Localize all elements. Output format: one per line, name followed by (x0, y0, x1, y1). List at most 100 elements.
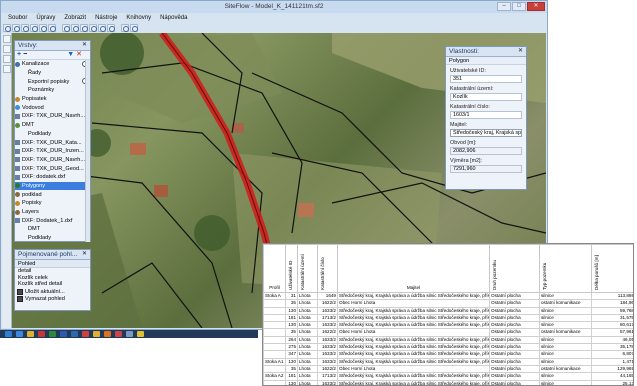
properties-close-icon[interactable]: ✕ (517, 48, 524, 55)
ie-icon[interactable] (16, 331, 23, 337)
pan-icon[interactable] (121, 23, 129, 32)
delete-view-button[interactable]: Vymazat pohled (15, 295, 90, 302)
zoom-out-icon[interactable] (71, 23, 79, 32)
table-cell: Obec Horní Lhota (337, 299, 490, 308)
zoom-in-icon[interactable] (62, 23, 70, 32)
view-item[interactable]: Kozlík střed detail (15, 281, 90, 288)
table-row: 347 Lhota 1633/2 Středočeský kraj, Krajská … (263, 350, 633, 359)
save-view-button[interactable]: Uložit aktuální... (15, 288, 90, 295)
table-row: Stoka A 31 Lhota 1649 Středočeský kraj, Kraj… (263, 291, 633, 301)
clear-filter-icon[interactable]: ✕ (76, 51, 82, 59)
layer-item[interactable]: Exportní popisky (15, 77, 90, 86)
property-value-field[interactable]: 351 (450, 75, 522, 83)
layer-item[interactable]: Kanalizace (15, 60, 90, 69)
layer-type-icon (15, 209, 20, 215)
undo-icon[interactable] (39, 23, 47, 32)
layer-item[interactable]: DXF: TXK_DUR_Geod... (15, 164, 90, 173)
layer-item[interactable]: DXF: Dodatek_1.dxf (15, 216, 90, 225)
property-value-field[interactable]: 1603/1 (450, 111, 522, 119)
zoom-previous-icon[interactable] (98, 23, 106, 32)
views-close-icon[interactable]: ✕ (81, 251, 88, 258)
windows-start-icon[interactable] (5, 331, 12, 337)
menu-upravy[interactable]: Úpravy (36, 15, 55, 21)
property-value-field[interactable]: 2082,906 (450, 147, 522, 155)
menu-nastroje[interactable]: Nástroje (95, 15, 117, 21)
property-value-field[interactable]: Kozlík (450, 93, 522, 101)
menu-napoveda[interactable]: Nápověda (160, 15, 187, 21)
layers-tab-button[interactable] (3, 35, 11, 43)
zoom-window-icon[interactable] (89, 23, 97, 32)
property-label: Uživatelské ID: (450, 68, 486, 74)
table-cell: 1633/2 (317, 357, 338, 366)
layer-label: Popisatek (22, 96, 47, 103)
properties-tab-button[interactable] (3, 55, 11, 63)
properties-title-label: Vlastnosti: (449, 48, 479, 55)
table-cell: Lhota (297, 335, 318, 345)
layer-item[interactable]: DXF: dodatek.dxf (15, 173, 90, 182)
close-button[interactable]: ✕ (527, 2, 545, 11)
save-icon[interactable] (21, 23, 29, 32)
redo-icon[interactable] (48, 23, 56, 32)
measure-tab-button[interactable] (3, 65, 11, 73)
layer-type-icon (21, 131, 26, 136)
layer-item[interactable]: DXF: TXK_DUR_Kata... (15, 138, 90, 147)
menu-soubor[interactable]: Soubor (8, 15, 27, 21)
table-cell: 113,898 (591, 291, 633, 301)
layer-item[interactable]: Vodovod (15, 103, 90, 112)
layer-item[interactable]: Poznámky (15, 86, 90, 95)
table-row: Stoka A2 181 Lhota 1713/2 Středočeský kraj, … (263, 372, 633, 381)
explorer-icon[interactable] (27, 331, 34, 337)
remove-layer-icon[interactable]: − (23, 51, 27, 59)
open-folder-icon[interactable] (12, 23, 20, 32)
properties-panel: Vlastnosti: ✕ Polygon Uživatelské ID: 351… (445, 46, 527, 190)
layer-item[interactable]: DXF: TXK_DUR_Navrh... (15, 156, 90, 165)
add-layer-icon[interactable]: + (17, 51, 21, 59)
layer-item[interactable]: Podklady (15, 234, 90, 243)
layer-item[interactable]: DMT (15, 121, 90, 130)
new-file-icon[interactable] (3, 23, 11, 32)
paint-icon[interactable] (137, 331, 144, 337)
property-value-field[interactable]: 7291,960 (450, 165, 522, 173)
layer-item[interactable]: Řady (15, 69, 90, 78)
layers-scrollbar[interactable] (85, 60, 90, 242)
chrome-icon[interactable] (93, 331, 100, 337)
layer-item[interactable]: DXF: TXK_DUR_Inzen... (15, 147, 90, 156)
table-cell: 35 (285, 328, 298, 337)
layers-close-icon[interactable]: ✕ (81, 42, 88, 49)
layer-item[interactable]: Polygony (15, 181, 90, 191)
layer-type-icon (15, 192, 20, 198)
property-value-field[interactable]: Středočeský kraj, Krajská správ (450, 129, 522, 137)
maximize-button[interactable]: □ (512, 2, 526, 11)
layer-item[interactable]: DXF: TXK_DUR_Navrh... (15, 112, 90, 121)
table-cell (263, 306, 286, 315)
table-cell: Ostatní plocha (489, 372, 540, 381)
pdf-icon[interactable] (38, 331, 45, 337)
layer-item[interactable]: podklad (15, 190, 90, 199)
column-header: Druh pozemku (489, 244, 540, 293)
app2-icon[interactable] (115, 331, 122, 337)
firefox-icon[interactable] (104, 331, 111, 337)
print-icon[interactable] (30, 23, 38, 32)
layer-item[interactable]: Podklady (15, 130, 90, 139)
refresh-icon[interactable] (107, 23, 115, 32)
table-cell: Lhota (297, 372, 318, 381)
app-icon[interactable] (82, 331, 89, 337)
zoom-extent-icon[interactable] (80, 23, 88, 32)
word-icon[interactable] (60, 331, 67, 337)
table-cell: Lhota (297, 379, 318, 385)
menu-zobrazit[interactable]: Zobrazit (64, 15, 86, 21)
select-icon[interactable] (130, 23, 138, 32)
layer-item[interactable]: DMT (15, 225, 90, 234)
minimize-button[interactable]: – (497, 2, 511, 11)
layer-item[interactable]: Popisatek (15, 95, 90, 104)
menu-knihovny[interactable]: Knihovny (126, 15, 151, 21)
layer-item[interactable]: Popisky (15, 199, 90, 208)
views-tab-button[interactable] (3, 45, 11, 53)
siteflow-icon[interactable] (126, 331, 133, 337)
filter-icon[interactable]: ▼ (67, 51, 74, 59)
table-cell: Ostatní plocha (489, 357, 540, 366)
excel-icon[interactable] (49, 331, 56, 337)
table-row: 181 Lhota 1713/2 Středočeský kraj, Krajská … (263, 313, 633, 323)
layer-item[interactable]: Layers (15, 208, 90, 217)
outlook-icon[interactable] (71, 331, 78, 337)
